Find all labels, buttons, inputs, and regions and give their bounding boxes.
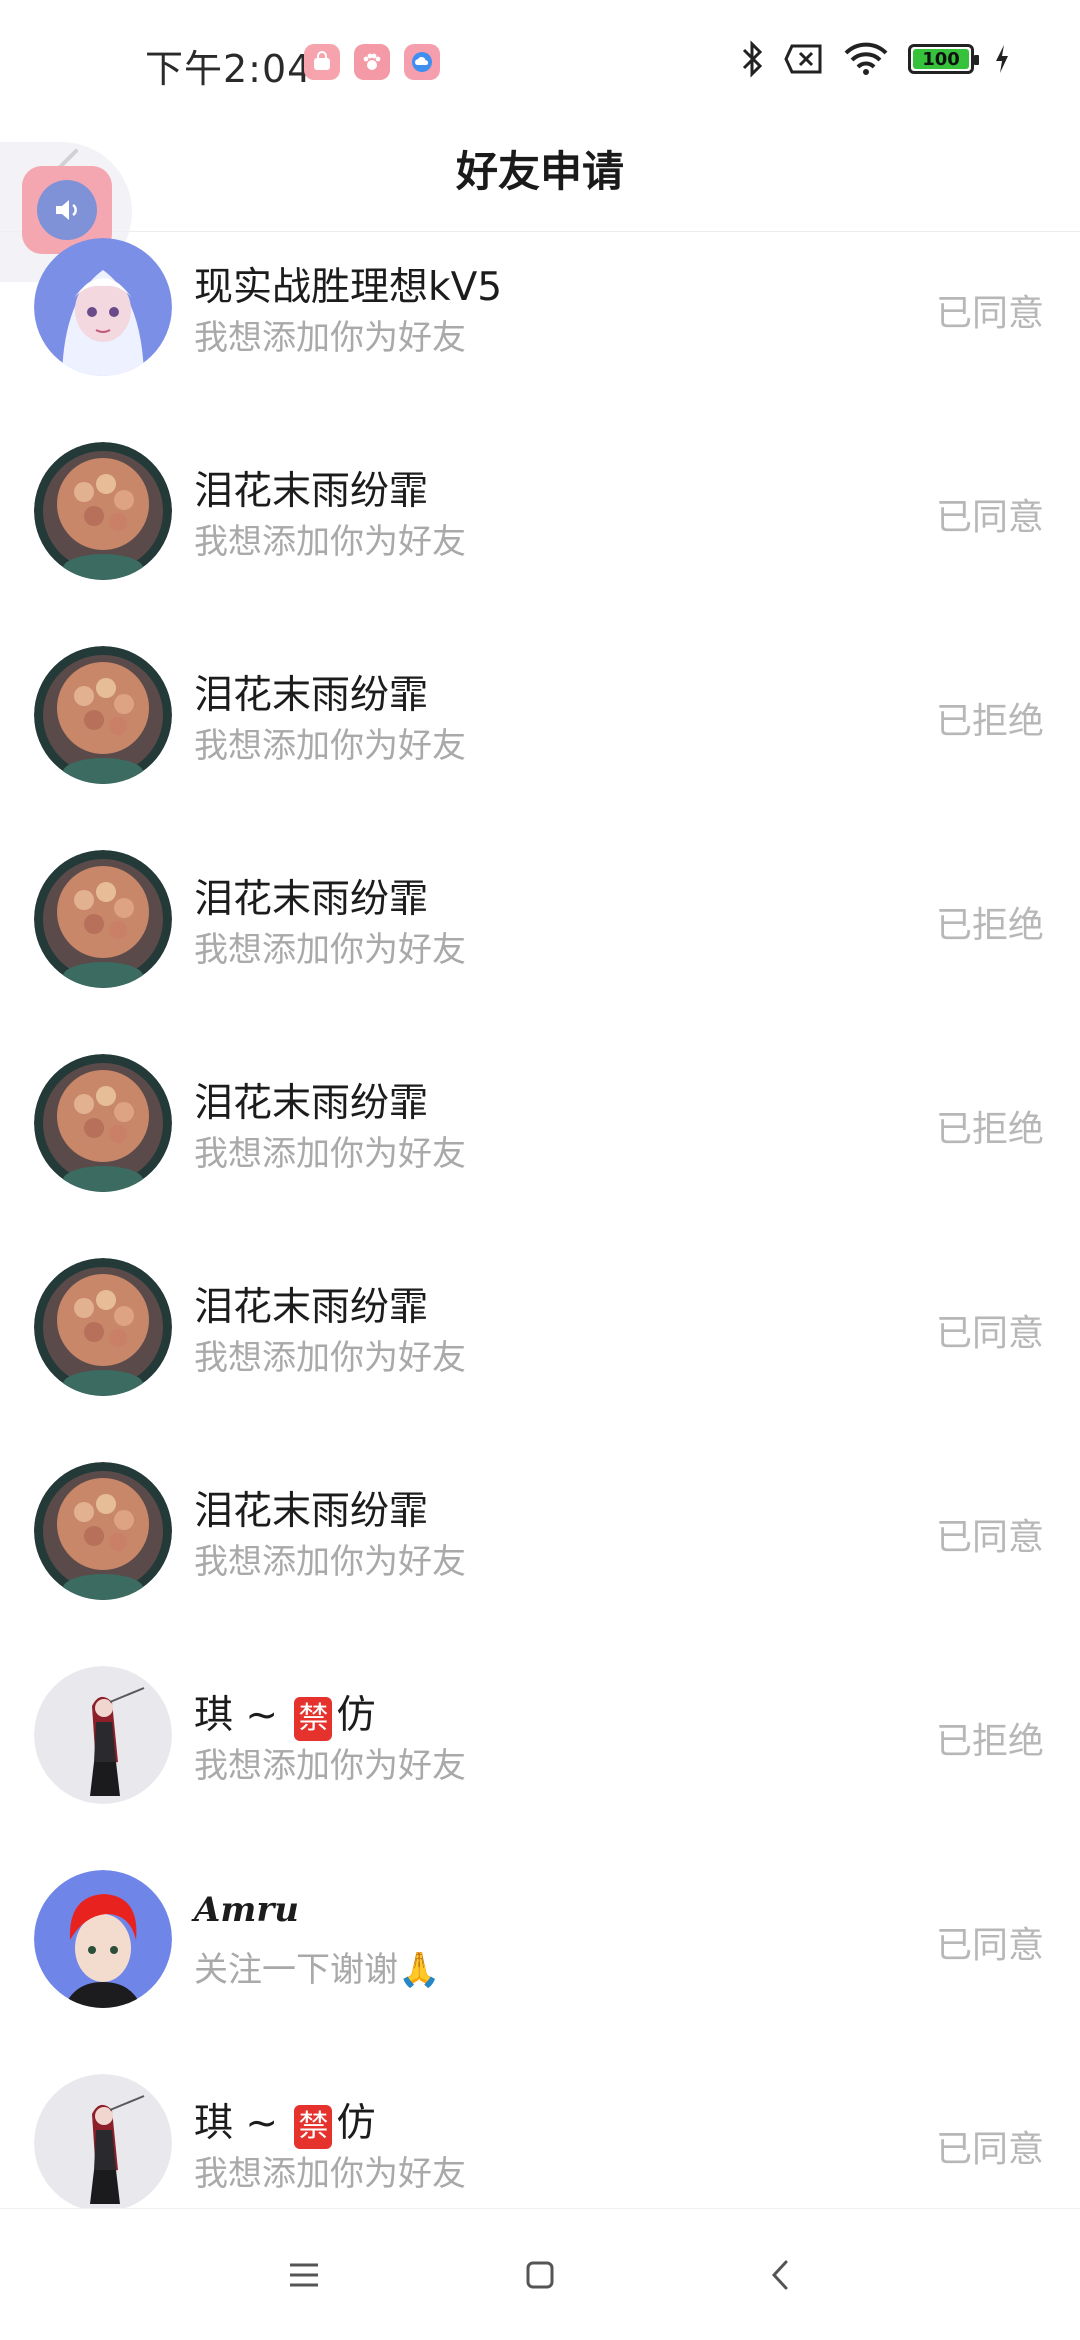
avatar[interactable] [34,442,172,580]
speaker-icon [37,180,97,240]
request-status: 已同意 [935,1313,1044,1354]
list-item[interactable]: 泪花末雨纷霏 我想添加你为好友 已拒绝 [0,640,1080,844]
requester-name-prefix: 琪 ~ [194,2101,291,2146]
request-status: 已同意 [935,2129,1044,2170]
list-item[interactable]: 琪 ~ 禁仿 我想添加你为好友 已拒绝 [0,1660,1080,1864]
menu-icon [290,2263,318,2287]
battery-icon: 100 [908,44,979,74]
avatar[interactable] [34,2074,172,2212]
request-message: 我想添加你为好友 [194,1746,466,1786]
requester-name-prefix: 琪 ~ [194,1693,291,1738]
cloud-app-icon [404,44,440,80]
menu-button[interactable] [274,2245,334,2305]
avatar[interactable] [34,1666,172,1804]
no-sim-icon [784,44,822,74]
requester-name: 泪花末雨纷霏 [194,469,429,514]
avatar[interactable] [34,1258,172,1396]
back-nav-button[interactable] [750,2245,810,2305]
app-header: 好友申请 [0,120,1080,232]
requester-name-suffix: 仿 [336,2101,376,2146]
avatar[interactable] [34,1462,172,1600]
list-item[interactable]: 泪花末雨纷霏 我想添加你为好友 已拒绝 [0,844,1080,1048]
request-status: 已同意 [935,1925,1044,1966]
request-message: 我想添加你为好友 [194,1338,466,1378]
list-item[interactable]: 现实战胜理想kV5 我想添加你为好友 已同意 [0,232,1080,436]
requester-name: 泪花末雨纷霏 [194,673,429,718]
page-title: 好友申请 [455,147,624,196]
request-status: 已拒绝 [935,701,1044,742]
status-app-icons [304,44,440,80]
list-item[interactable]: 泪花末雨纷霏 我想添加你为好友 已同意 [0,1252,1080,1456]
requester-name: 琪 ~ 禁仿 [194,2092,376,2149]
ban-badge: 禁 [294,2105,333,2149]
request-message: 我想添加你为好友 [194,318,466,358]
request-message: 我想添加你为好友 [194,522,466,562]
requester-name-suffix: 仿 [336,1693,376,1738]
bluetooth-icon [742,40,763,78]
request-status: 已同意 [935,1517,1044,1558]
system-navigation-bar [0,2208,1080,2340]
request-message: 我想添加你为好友 [194,1542,466,1582]
status-time: 下午2:04 [145,47,313,91]
request-message: 我想添加你为好友 [194,726,466,766]
request-message: 我想添加你为好友 [194,2154,466,2194]
request-message: 我想添加你为好友 [194,1134,466,1174]
back-triangle-icon [771,2260,788,2290]
request-status: 已拒绝 [935,1109,1044,1150]
avatar[interactable] [34,646,172,784]
home-button[interactable] [510,2245,570,2305]
request-status: 已拒绝 [935,905,1044,946]
avatar[interactable] [34,850,172,988]
pink-bag-app-icon [304,44,340,80]
requester-name: 泪花末雨纷霏 [194,877,429,922]
request-message: 我想添加你为好友 [194,930,466,970]
status-system-icons: 100 [740,40,1010,78]
request-status: 已拒绝 [935,1721,1044,1762]
battery-level: 100 [913,49,969,70]
requester-name: 琪 ~ 禁仿 [194,1684,376,1741]
requester-name: 泪花末雨纷霏 [194,1489,429,1534]
avatar[interactable] [34,1054,172,1192]
requester-name: 现实战胜理想kV5 [194,265,503,310]
request-message: 关注一下谢谢🙏 [194,1950,441,1990]
requester-name: Amru [194,1890,299,1930]
home-square-icon [526,2261,554,2289]
paw-app-icon [354,44,390,80]
avatar[interactable] [34,1870,172,2008]
list-item[interactable]: 泪花末雨纷霏 我想添加你为好友 已同意 [0,1456,1080,1660]
request-status: 已同意 [935,293,1044,334]
requester-name: 泪花末雨纷霏 [194,1285,429,1330]
charging-icon [996,45,1008,73]
ban-badge: 禁 [294,1697,333,1741]
list-item[interactable]: 泪花末雨纷霏 我想添加你为好友 已同意 [0,436,1080,640]
avatar[interactable] [34,238,172,376]
status-bar: 下午2:04 100 [0,0,1080,120]
requester-name: 泪花末雨纷霏 [194,1081,429,1126]
list-item[interactable]: Amru 关注一下谢谢🙏 已同意 [0,1864,1080,2068]
list-item[interactable]: 泪花末雨纷霏 我想添加你为好友 已拒绝 [0,1048,1080,1252]
wifi-icon [844,42,888,75]
request-status: 已同意 [935,497,1044,538]
